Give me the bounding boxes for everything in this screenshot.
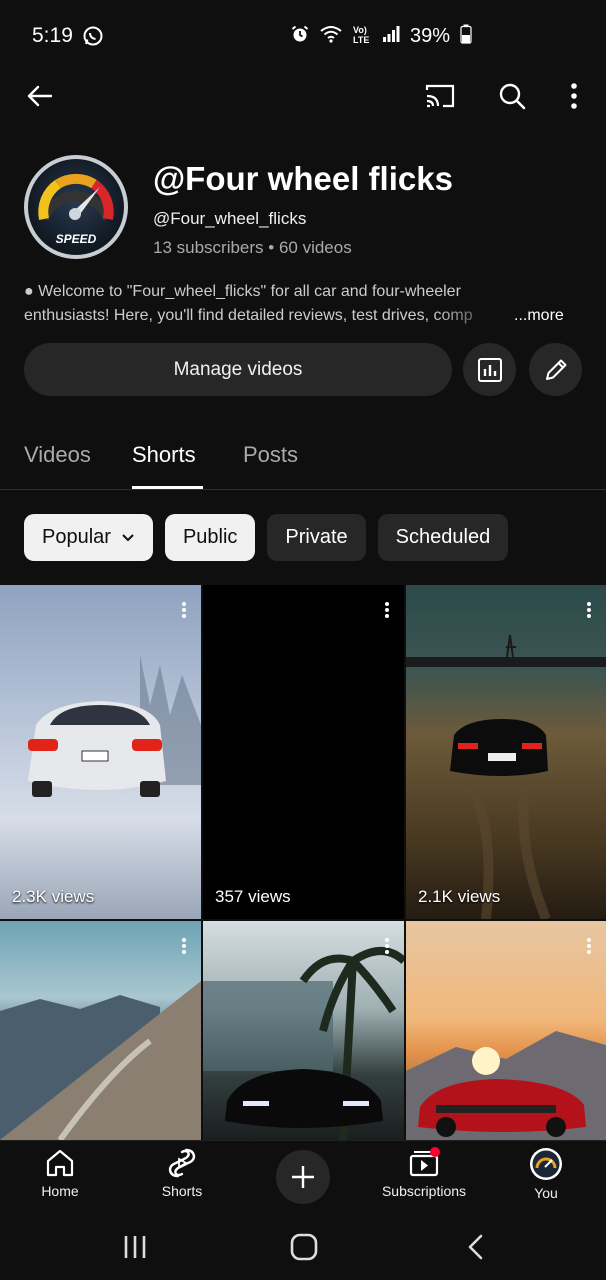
chevron-down-icon [121,526,135,549]
nav-home-label: Home [41,1183,79,1199]
channel-description[interactable]: ● Welcome to "Four_wheel_flicks" for all… [24,280,584,328]
shorts-grid: 2.3K views 357 views 2.1K views [0,585,606,1140]
nav-shorts-label: Shorts [161,1183,203,1199]
more-vert-icon[interactable] [586,601,592,624]
edit-channel-button[interactable] [529,343,582,396]
more-vert-icon[interactable] [384,601,390,624]
nav-home[interactable]: Home [10,1147,110,1199]
bottom-navigation: Home Shorts Subscriptions You [0,1140,606,1212]
battery-icon [460,24,472,49]
recents-icon [124,1236,146,1258]
tab-videos[interactable]: Videos [24,442,91,468]
channel-name: @Four wheel flicks [153,160,453,197]
home-square-icon [290,1233,318,1261]
chip-private[interactable]: Private [267,514,366,561]
more-vert-icon[interactable] [384,937,390,960]
shorts-icon [168,1148,196,1178]
recent-apps-button[interactable] [115,1230,155,1264]
analytics-icon [477,357,502,382]
wifi-icon [320,25,342,48]
short-thumbnail[interactable] [0,921,201,1140]
short-thumbnail[interactable] [203,921,404,1140]
speedometer-logo-icon: SPEED [38,173,114,246]
status-bar: 5:19 Vo) LTE 39% [0,0,606,72]
signal-icon [382,25,400,48]
back-arrow-icon [27,85,53,107]
back-chevron-icon [468,1234,483,1260]
short-thumbnail[interactable]: 2.1K views [406,585,606,919]
nav-subscriptions[interactable]: Subscriptions [374,1147,474,1199]
tab-posts[interactable]: Posts [243,442,298,468]
more-vert-icon[interactable] [181,601,187,624]
analytics-button[interactable] [463,343,516,396]
channel-meta: 13 subscribers • 60 videos [153,238,352,257]
more-link[interactable]: ...more [514,304,564,328]
description-line-1: ● Welcome to "Four_wheel_flicks" for all… [24,283,461,300]
active-tab-indicator [132,486,203,489]
description-line-2: enthusiasts! Here, you'll find detailed … [24,307,473,324]
whatsapp-icon [82,25,104,52]
chip-public[interactable]: Public [164,514,256,561]
more-vert-icon[interactable] [586,937,592,960]
more-options-button[interactable] [554,76,594,116]
short-views: 2.1K views [418,887,501,906]
alarm-icon [290,24,310,49]
channel-handle: @Four_wheel_flicks [153,209,307,228]
mountain-road-thumbnail-image [0,981,201,1140]
filter-chips: Popular Public Private Scheduled [24,514,509,561]
status-time: 5:19 [32,24,73,47]
svg-text:Vo): Vo) [353,25,367,35]
tab-shorts[interactable]: Shorts [132,442,196,468]
chip-popular[interactable]: Popular [24,514,153,561]
search-button[interactable] [492,76,532,116]
more-vert-icon [571,83,577,109]
channel-tabs: Videos Shorts Posts [0,428,606,490]
short-views: 2.3K views [12,887,95,906]
top-app-bar [0,72,606,120]
short-thumbnail[interactable]: 2.3K views [0,585,201,919]
back-button[interactable] [20,76,60,116]
pencil-icon [545,359,566,380]
home-icon [46,1149,74,1177]
nav-shorts[interactable]: Shorts [132,1147,232,1199]
system-navigation [0,1212,606,1280]
plus-icon [292,1166,314,1188]
svg-text:LTE: LTE [353,35,369,44]
cast-button[interactable] [420,76,460,116]
manage-videos-button[interactable]: Manage videos [24,343,452,396]
nav-you[interactable]: You [496,1147,596,1201]
car-thumbnail-image [406,634,606,919]
more-vert-icon[interactable] [181,937,187,960]
car-thumbnail-image [28,655,201,797]
car-thumbnail-image [203,947,404,1140]
short-views: 357 views [215,887,291,906]
avatar [530,1148,562,1180]
cast-icon [425,84,455,108]
home-system-button[interactable] [284,1230,324,1264]
status-icons: Vo) LTE 39% [290,24,472,49]
volte-icon: Vo) LTE [352,24,372,49]
channel-avatar[interactable]: SPEED [24,155,128,259]
nav-subscriptions-label: Subscriptions [381,1183,467,1199]
back-system-button[interactable] [455,1230,495,1264]
search-icon [499,83,526,110]
avatar-text: SPEED [56,232,97,246]
chip-scheduled[interactable]: Scheduled [377,514,509,561]
short-thumbnail[interactable] [406,921,606,1140]
nav-you-label: You [534,1185,558,1201]
car-thumbnail-image [406,1031,606,1140]
short-thumbnail[interactable]: 357 views [203,585,404,919]
battery-percent: 39% [410,25,451,47]
chip-popular-label: Popular [42,526,111,548]
subscriptions-icon [409,1147,440,1177]
create-button[interactable] [276,1150,330,1204]
